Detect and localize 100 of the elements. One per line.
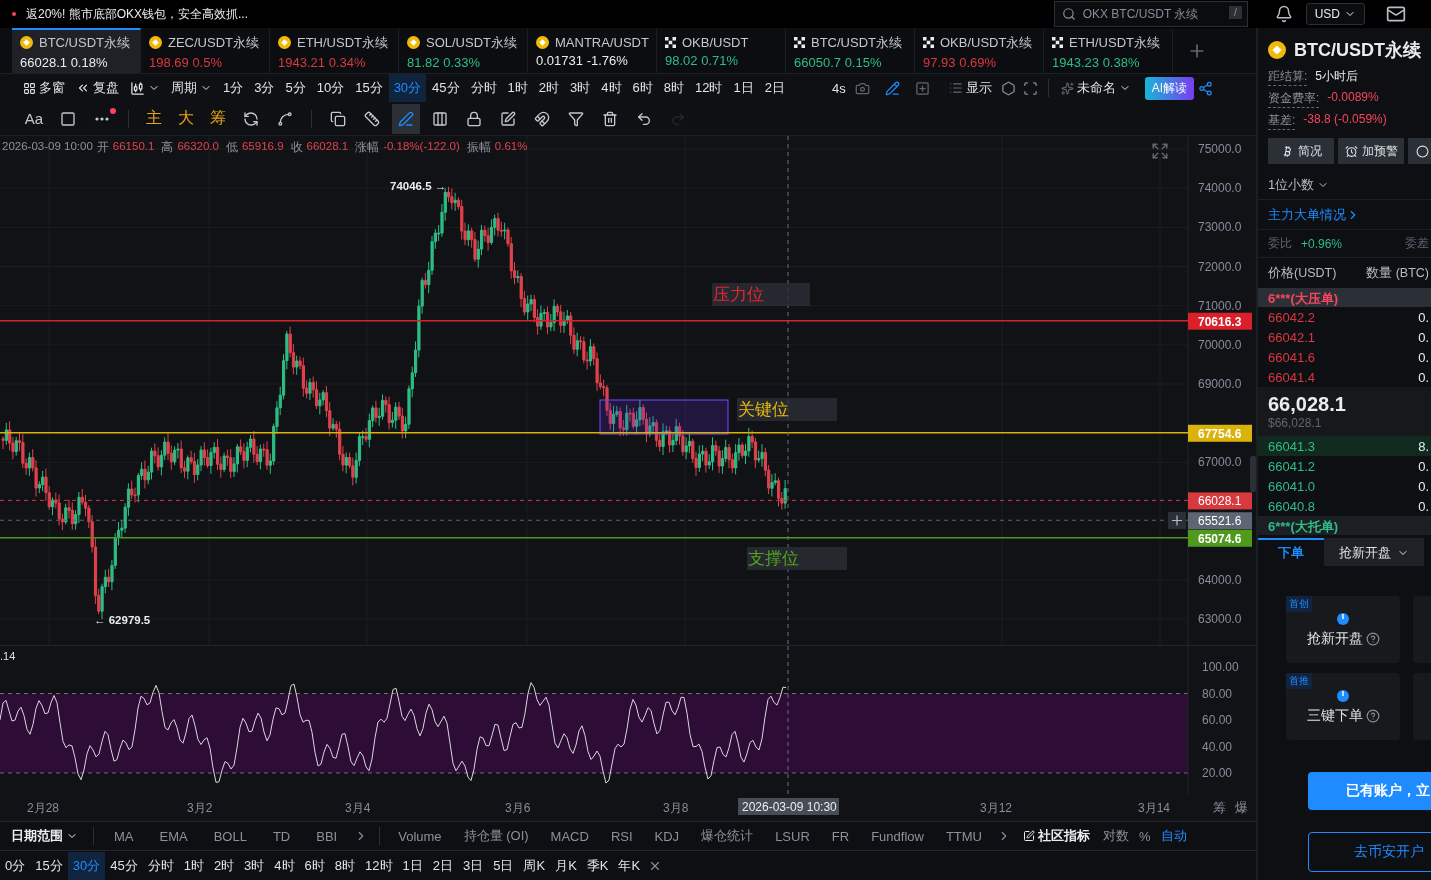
period-tab[interactable]: 2时 xyxy=(208,851,240,880)
price-tag: 66028.1 xyxy=(1188,492,1252,510)
indicator-shortcut[interactable]: 筹 xyxy=(205,108,231,129)
axis-button[interactable]: 爆 xyxy=(1235,800,1248,815)
panel-button[interactable]: 加预警 xyxy=(1338,138,1404,164)
period-tab[interactable]: 5分 xyxy=(280,74,311,102)
indicator-tab[interactable]: TD xyxy=(260,824,303,848)
period-tab[interactable]: 30分 xyxy=(388,74,427,102)
ticker-name: MANTRA/USDT xyxy=(555,35,649,50)
ticker-tab[interactable]: MANTRA/USDT 0.01731 -1.76% xyxy=(528,28,657,73)
order-tab[interactable]: 抢新开盘 xyxy=(1324,538,1424,566)
period-menu[interactable]: 周期 xyxy=(166,74,217,102)
time-label: 3月14 xyxy=(1138,801,1171,815)
feature-card[interactable]: 首推 三键下单 xyxy=(1286,673,1400,740)
period-tab[interactable]: 12时 xyxy=(360,851,398,880)
period-tab[interactable]: 4时 xyxy=(596,74,627,102)
ticker-name: BTC/USDT永续 xyxy=(39,33,130,52)
period-tab[interactable]: 4时 xyxy=(269,851,300,880)
ticker-tab[interactable]: OKB/USDT 98.02 0.71% xyxy=(657,28,786,73)
period-tab[interactable]: 1日 xyxy=(397,851,428,880)
indicator-tab[interactable]: Volume xyxy=(388,824,452,848)
indicator-tab[interactable]: BOLL xyxy=(201,824,259,848)
period-tab[interactable]: 2时 xyxy=(533,74,565,102)
view-button[interactable]: 复盘 xyxy=(71,74,124,102)
zone-label[interactable]: 关键位 xyxy=(737,398,837,421)
period-tab[interactable]: 2日 xyxy=(427,851,458,880)
period-tab[interactable]: 6时 xyxy=(299,851,330,880)
period-tab[interactable]: 8时 xyxy=(658,74,689,102)
period-tab[interactable]: 8时 xyxy=(329,851,361,880)
indicator-tab[interactable]: LSUR xyxy=(765,824,820,848)
indicator-tab[interactable]: Fundflow xyxy=(861,824,934,848)
period-tab[interactable]: 30分 xyxy=(67,851,106,880)
ticker-tab[interactable]: OKB/USDT永续 97.93 0.69% xyxy=(915,28,1044,73)
zone-label[interactable]: 支撑位 xyxy=(747,547,847,570)
ticker-tab[interactable]: SOL/USDT永续 81.82 0.33% xyxy=(399,28,528,73)
view-button[interactable]: 多窗 xyxy=(18,74,70,102)
display-button[interactable]: 显示 xyxy=(943,74,997,102)
period-tab[interactable]: 10分 xyxy=(311,74,350,102)
bid-price: 66040.8 xyxy=(1268,498,1315,514)
period-tab[interactable]: 15分 xyxy=(30,851,68,880)
ticker-tab[interactable]: ETH/USDT永续 1943.21 0.34% xyxy=(270,28,399,73)
period-tab[interactable]: 季K xyxy=(581,851,614,880)
decimals-dropdown[interactable]: 1位小数 xyxy=(1268,175,1330,194)
indicator-tab[interactable]: BBI xyxy=(304,824,350,848)
scale-option[interactable]: 对数 xyxy=(1099,823,1133,849)
signup-button[interactable]: 去币安开户 xyxy=(1308,832,1431,872)
ticker-tab[interactable]: BTC/USDT永续 66050.7 0.15% xyxy=(786,28,915,73)
axis-button[interactable]: 筹 xyxy=(1213,800,1226,815)
range-dropdown[interactable]: 日期范围 xyxy=(4,823,85,849)
period-tab[interactable]: 5日 xyxy=(488,851,519,880)
period-tab[interactable]: 分时 xyxy=(142,851,179,880)
period-tab[interactable]: 分时 xyxy=(465,74,502,102)
period-tab[interactable]: 1分 xyxy=(218,74,249,102)
crosshair-time: 2026-03-09 10:30 xyxy=(738,798,839,815)
text-tool[interactable]: Aa xyxy=(20,103,48,134)
period-tab[interactable]: 3时 xyxy=(239,851,270,880)
period-tab[interactable]: 45分 xyxy=(105,851,143,880)
ai-button[interactable]: AI解读 xyxy=(1144,76,1194,100)
period-tab[interactable]: 15分 xyxy=(350,74,388,102)
indicator-tab[interactable]: KDJ xyxy=(644,824,690,848)
community-button[interactable]: 社区指标 xyxy=(1016,823,1097,849)
indicator-tab[interactable]: FR xyxy=(821,824,860,848)
period-tab[interactable]: 1时 xyxy=(178,851,209,880)
amount-header: 数量 (BTC) xyxy=(1366,264,1429,282)
period-tab[interactable]: 1时 xyxy=(502,74,533,102)
panel-button[interactable]: 简况 xyxy=(1268,138,1334,164)
bid-amount: 0. xyxy=(1418,458,1429,474)
period-tab[interactable]: 年K xyxy=(613,851,646,880)
ticker-tab[interactable]: BTC/USDT永续 66028.1 0.18% xyxy=(12,28,141,73)
currency-dropdown[interactable]: USD xyxy=(1305,3,1365,25)
indicator-tab[interactable]: 爆仓统计 xyxy=(691,823,764,849)
period-tab[interactable]: 3日 xyxy=(458,851,489,880)
refresh-interval[interactable]: 4s xyxy=(826,75,851,101)
scale-option[interactable]: 自动 xyxy=(1156,823,1191,849)
period-tab[interactable]: 12时 xyxy=(690,74,728,102)
ticker-tab[interactable]: ETH/USDT永续 1943.23 0.38% xyxy=(1044,28,1173,73)
promo-text[interactable]: 返20%! 熊市底部OKX钱包，安全高效抓... xyxy=(26,5,249,23)
ticker-tab[interactable]: ZEC/USDT永续 198.69 0.5% xyxy=(141,28,270,73)
period-tab[interactable]: 6时 xyxy=(627,74,658,102)
indicator-tab[interactable]: MA xyxy=(102,824,146,848)
indicator-shortcut[interactable]: 大 xyxy=(173,108,199,129)
indicator-shortcut[interactable]: 主 xyxy=(141,108,167,129)
indicator-tab[interactable]: 持仓量 (OI) xyxy=(453,823,539,849)
indicator-tab[interactable]: TTMU xyxy=(935,824,992,848)
period-tab[interactable]: 2日 xyxy=(759,74,790,102)
indicator-tab[interactable]: RSI xyxy=(600,824,643,848)
layout-dropdown[interactable]: 未命名 xyxy=(1055,74,1136,102)
scale-option[interactable]: % xyxy=(1135,824,1155,848)
indicator-tab[interactable]: EMA xyxy=(147,824,200,848)
period-tab[interactable]: 周K xyxy=(518,851,551,880)
indicator-label: 60.00 xyxy=(1202,713,1233,727)
period-tab[interactable]: 1日 xyxy=(728,74,759,102)
feature-card[interactable]: 首创 抢新开盘 xyxy=(1286,596,1400,663)
big-orders-link[interactable]: 主力大单情况 xyxy=(1268,205,1360,224)
period-tab[interactable]: 0分 xyxy=(0,851,31,880)
indicator-tab[interactable]: MACD xyxy=(540,824,599,848)
period-tab[interactable]: 45分 xyxy=(427,74,465,102)
period-tab[interactable]: 3分 xyxy=(249,74,280,102)
period-tab[interactable]: 月K xyxy=(550,851,582,880)
period-tab[interactable]: 3时 xyxy=(565,74,596,102)
